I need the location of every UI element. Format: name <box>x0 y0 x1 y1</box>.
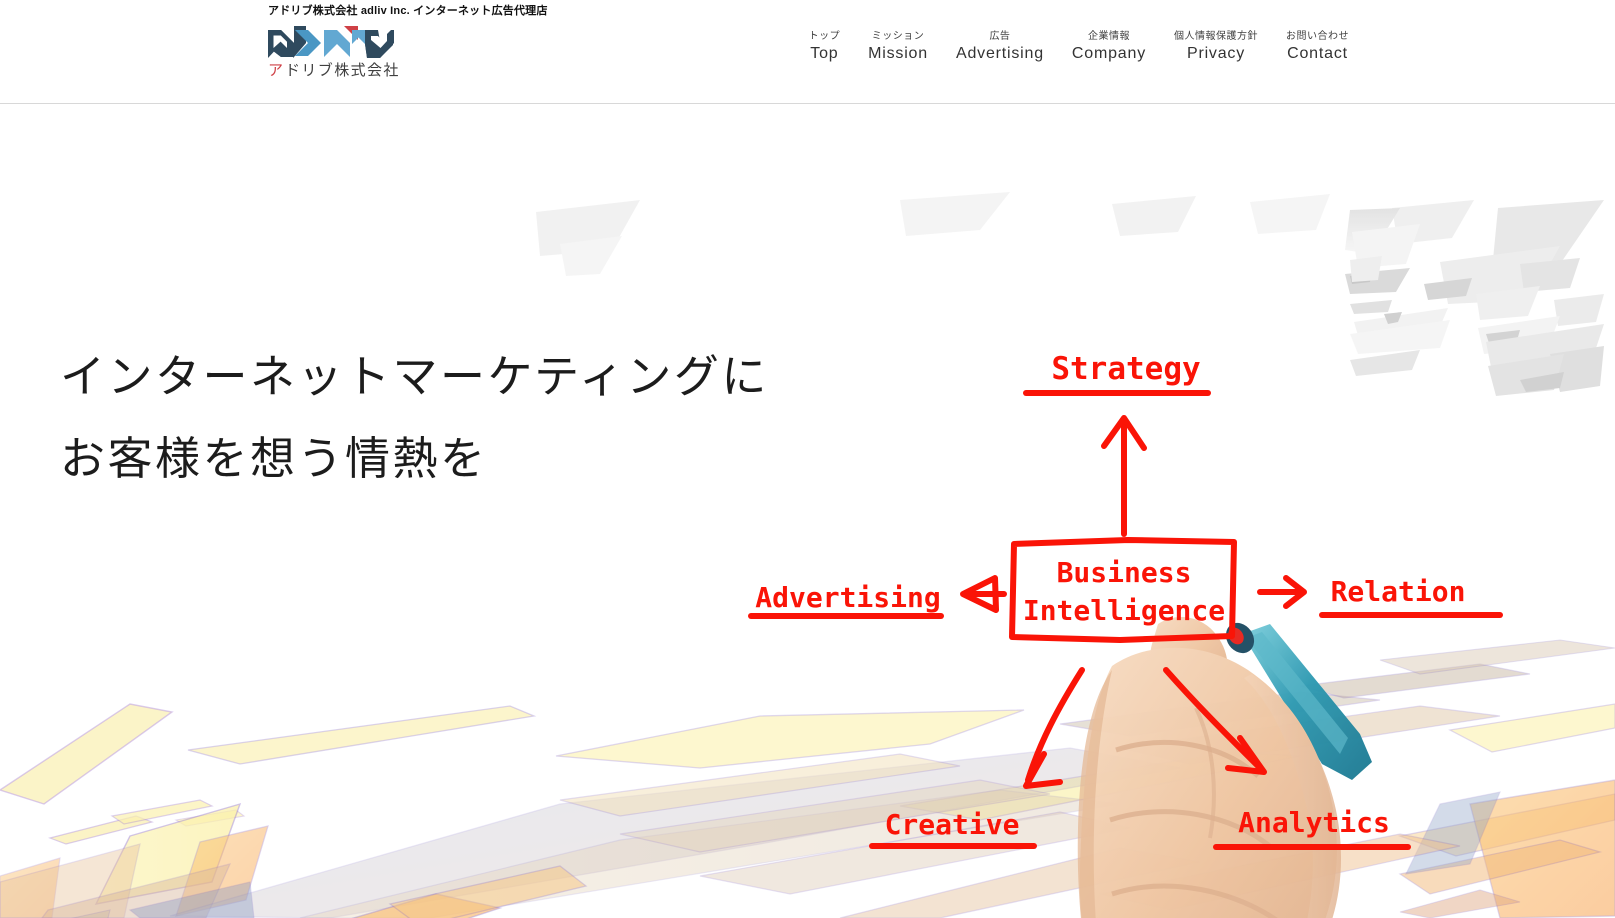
hero-headline-line-1: インターネットマーケティングに <box>60 352 769 402</box>
nav-item-contact[interactable]: お問い合わせ Contact <box>1272 30 1363 64</box>
nav-label-en: Privacy <box>1186 45 1246 62</box>
nav-label-ja: ミッション <box>871 31 925 42</box>
diagram-label-strategy: Strategy <box>1051 351 1200 387</box>
nav-label-ja: 企業情報 <box>1087 31 1130 42</box>
logo-wordmark: ア ドリブ株式会社 <box>268 61 398 78</box>
svg-text:ドリブ株式会社: ドリブ株式会社 <box>285 61 398 78</box>
diagram-label-analytics: Analytics <box>1238 806 1390 839</box>
nav-label-ja: お問い合わせ <box>1286 31 1349 42</box>
nav-item-mission[interactable]: ミッション Mission <box>854 30 942 64</box>
brand-tagline: アドリブ株式会社 adliv Inc. インターネット広告代理店 <box>268 5 548 17</box>
nav-label-en: Advertising <box>955 45 1044 62</box>
nav-item-privacy[interactable]: 個人情報保護方針 Privacy <box>1160 30 1272 64</box>
nav-item-advertising[interactable]: 広告 Advertising <box>942 30 1058 64</box>
nav-label-en: Company <box>1071 45 1146 62</box>
nav-label-ja: 個人情報保護方針 <box>1174 31 1258 42</box>
hero-background-artwork: Strategy Advertising Relation Creative A… <box>0 104 1615 918</box>
brand: アドリブ株式会社 adliv Inc. インターネット広告代理店 ア ドリブ株式… <box>268 4 588 78</box>
nav-label-en: Mission <box>868 45 928 62</box>
nav-label-ja: 広告 <box>989 31 1011 42</box>
diagram-label-creative: Creative <box>885 808 1020 841</box>
diagram-label-advertising: Advertising <box>755 581 940 614</box>
svg-text:ア: ア <box>268 61 284 78</box>
nav-label-en: Contact <box>1287 45 1348 62</box>
main-navigation: トップ Top ミッション Mission 広告 Advertising 企業情… <box>795 30 1363 64</box>
nav-label-en: Top <box>810 45 839 62</box>
diagram-label-relation: Relation <box>1331 575 1466 608</box>
logo-home-link[interactable]: ア ドリブ株式会社 <box>268 25 588 78</box>
diagram-center-line2: Intelligence <box>1023 594 1225 627</box>
nav-item-top[interactable]: トップ Top <box>795 30 855 64</box>
hero-headline: インターネットマーケティングに お客様を想う情熱を <box>60 336 769 500</box>
nav-item-company[interactable]: 企業情報 Company <box>1058 30 1160 64</box>
nav-label-ja: トップ <box>808 31 841 42</box>
hero-headline-line-2: お客様を想う情熱を <box>60 434 488 484</box>
diagram-center-line1: Business <box>1057 556 1192 589</box>
hero-banner: Strategy Advertising Relation Creative A… <box>0 104 1615 918</box>
site-header: アドリブ株式会社 adliv Inc. インターネット広告代理店 ア ドリブ株式… <box>0 0 1615 104</box>
adliv-chevron-logo-icon <box>268 26 394 58</box>
